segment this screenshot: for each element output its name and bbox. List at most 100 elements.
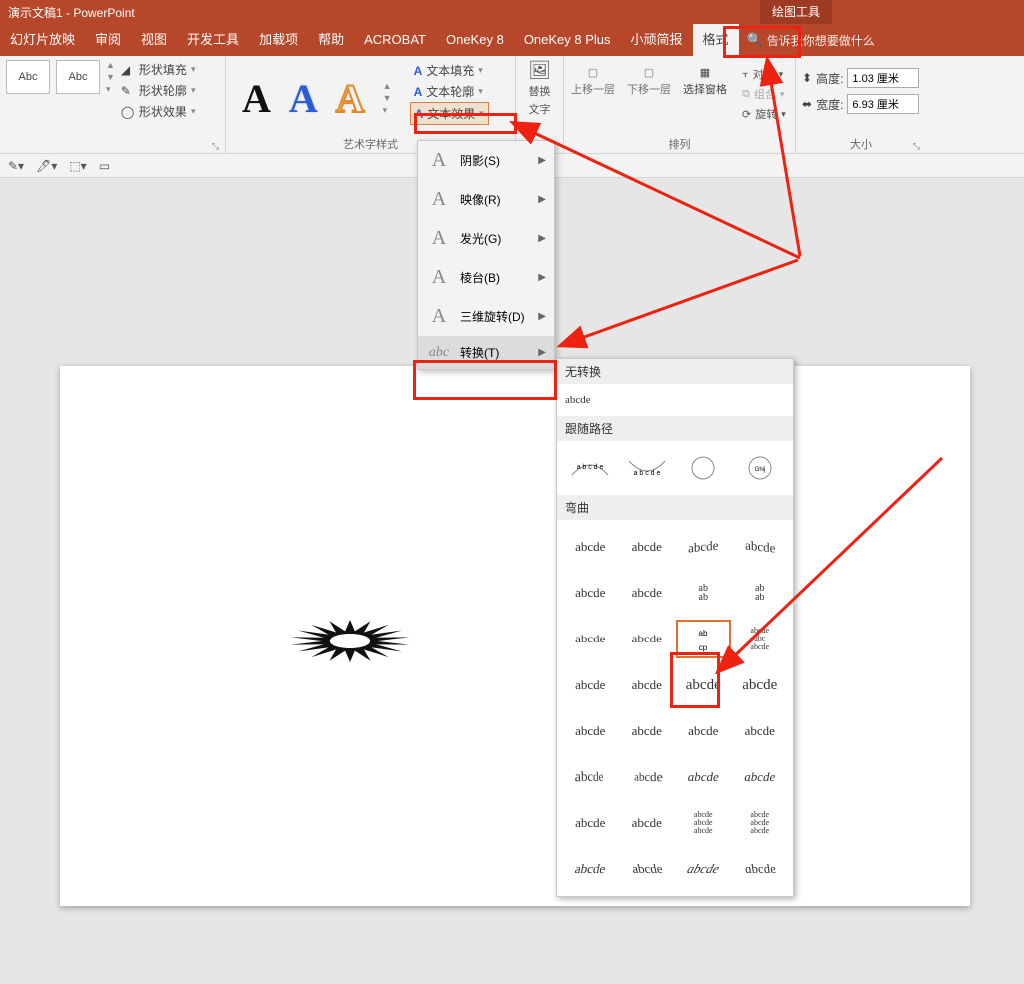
warp-option[interactable]: abcde bbox=[676, 666, 731, 704]
send-backward-button[interactable]: ▢下移一层 bbox=[626, 66, 672, 97]
slide[interactable] bbox=[60, 366, 970, 906]
tell-me-input[interactable]: 告诉我你想要做什么 bbox=[767, 32, 875, 49]
dialog-launcher-icon[interactable]: ⤡ bbox=[913, 141, 920, 152]
tab-addins[interactable]: 加载项 bbox=[249, 24, 308, 56]
bucket-icon: ◢ bbox=[121, 63, 135, 77]
text-outline-button[interactable]: A文本轮廓 ▾ bbox=[410, 81, 489, 102]
send-backward-icon: ▢ bbox=[644, 66, 654, 79]
warp-option[interactable]: abcde bbox=[559, 850, 622, 888]
wordart-gallery-more-icon[interactable]: ▾ bbox=[383, 105, 392, 116]
reflection-icon: A bbox=[426, 188, 452, 211]
warp-option-selected[interactable]: abcp bbox=[676, 620, 731, 658]
tab-format[interactable]: 格式 bbox=[693, 24, 739, 56]
tab-review[interactable]: 审阅 bbox=[85, 24, 131, 56]
path-option-2[interactable]: a b c d e bbox=[620, 449, 675, 487]
text-fill-button[interactable]: A文本填充 ▾ bbox=[410, 60, 489, 81]
contextual-tab-drawing-tools[interactable]: 绘图工具 bbox=[760, 0, 832, 24]
tab-help[interactable]: 帮助 bbox=[308, 24, 354, 56]
warp-option[interactable]: abcde bbox=[676, 712, 731, 750]
tab-onekey8[interactable]: OneKey 8 bbox=[436, 24, 514, 56]
gallery-up-icon[interactable]: ▲ bbox=[106, 60, 115, 70]
height-icon: ⬍ bbox=[802, 71, 812, 85]
warp-option[interactable]: abcde bbox=[670, 850, 737, 888]
warp-option[interactable]: abcde bbox=[563, 528, 618, 566]
menu-shadow[interactable]: A阴影(S)▶ bbox=[418, 141, 554, 180]
warp-option[interactable]: abcde bbox=[563, 626, 618, 653]
warp-option[interactable]: abcde bbox=[563, 712, 618, 750]
warp-option[interactable]: abcde bbox=[733, 712, 788, 750]
warp-option[interactable]: abcde bbox=[625, 755, 677, 800]
bring-forward-button[interactable]: ▢上移一层 bbox=[570, 66, 616, 97]
warp-option[interactable]: abcde bbox=[620, 574, 675, 612]
replace-text-button[interactable]: 🖼 替换 文字 bbox=[522, 60, 557, 136]
tab-xwjb[interactable]: 小顽简报 bbox=[621, 24, 693, 56]
shape-style-preset-2[interactable]: Abc bbox=[56, 60, 100, 94]
wordart-gallery-down-icon[interactable]: ▼ bbox=[383, 93, 392, 103]
warp-option[interactable]: abcde bbox=[733, 525, 788, 569]
gallery-down-icon[interactable]: ▼ bbox=[106, 72, 115, 82]
warp-option[interactable]: abcde bbox=[563, 804, 618, 842]
selection-pane-button[interactable]: ▦选择窗格 bbox=[682, 66, 728, 97]
menu-reflection[interactable]: A映像(R)▶ bbox=[418, 180, 554, 219]
gallery-more-icon[interactable]: ▾ bbox=[106, 84, 115, 95]
shape-style-preset-1[interactable]: Abc bbox=[6, 60, 50, 94]
height-input[interactable] bbox=[847, 68, 919, 88]
wordart-preset-1[interactable]: A bbox=[242, 75, 271, 122]
qat-item-1[interactable]: ✎▾ bbox=[8, 159, 24, 173]
size-group-label: 大小 bbox=[850, 139, 872, 151]
warp-option[interactable]: abcdeabcdeabcde bbox=[676, 804, 731, 842]
menu-bevel[interactable]: A棱台(B)▶ bbox=[418, 258, 554, 297]
wordart-gallery-up-icon[interactable]: ▲ bbox=[383, 81, 392, 91]
shape-fill-button[interactable]: ◢形状填充 ▾ bbox=[119, 60, 198, 79]
warp-option[interactable]: abcde bbox=[620, 528, 675, 566]
warp-option[interactable]: abcde bbox=[620, 712, 675, 750]
warp-option[interactable]: abcdeabcabcde bbox=[733, 620, 788, 658]
warp-option[interactable]: abcde bbox=[733, 666, 788, 704]
text-effects-button[interactable]: A文本效果 ▾ bbox=[410, 102, 489, 125]
warp-option[interactable]: abcde bbox=[615, 850, 678, 888]
warp-option[interactable]: abcde bbox=[560, 755, 612, 800]
path-option-1[interactable]: a b c d e bbox=[563, 449, 618, 487]
tab-acrobat[interactable]: ACROBAT bbox=[354, 24, 436, 56]
menu-glow[interactable]: A发光(G)▶ bbox=[418, 219, 554, 258]
transform-icon: abc bbox=[426, 345, 452, 361]
path-option-4[interactable]: Ghij bbox=[733, 449, 788, 487]
wordart-preset-2[interactable]: A bbox=[289, 75, 318, 122]
rotate-button[interactable]: ⟳旋转 ▾ bbox=[742, 106, 786, 122]
bevel-icon: A bbox=[426, 266, 452, 289]
warp-option[interactable]: abcdeabcdeabcde bbox=[733, 804, 788, 842]
warp-option[interactable]: abcde bbox=[620, 626, 675, 653]
warp-option[interactable]: abcde bbox=[676, 758, 731, 796]
align-button[interactable]: ⫟对齐 ▾ bbox=[742, 66, 786, 82]
qat-item-4[interactable]: ▭ bbox=[99, 159, 110, 173]
dialog-launcher-icon[interactable]: ⤡ bbox=[212, 141, 219, 152]
bring-forward-icon: ▢ bbox=[588, 66, 598, 79]
tab-slideshow[interactable]: 幻灯片放映 bbox=[0, 24, 85, 56]
width-input[interactable] bbox=[847, 94, 919, 114]
warp-option[interactable]: abcde bbox=[726, 850, 793, 888]
warp-option[interactable]: abcde bbox=[733, 758, 788, 796]
svg-text:cp: cp bbox=[699, 643, 708, 652]
warp-option[interactable]: abcde bbox=[563, 574, 618, 612]
qat-item-2[interactable]: 🖊▾ bbox=[36, 159, 57, 173]
no-transform-option[interactable]: abcde bbox=[565, 394, 591, 406]
warp-option[interactable]: abcde bbox=[620, 666, 675, 704]
qat-item-3[interactable]: ⬚▾ bbox=[69, 159, 86, 173]
tab-view[interactable]: 视图 bbox=[131, 24, 177, 56]
tab-developer[interactable]: 开发工具 bbox=[177, 24, 249, 56]
tab-onekey8plus[interactable]: OneKey 8 Plus bbox=[514, 24, 621, 56]
warp-option[interactable]: abab bbox=[676, 574, 731, 612]
menu-3d-rotation[interactable]: A三维旋转(D)▶ bbox=[418, 297, 554, 336]
warp-option[interactable]: abcde bbox=[620, 804, 675, 842]
wordart-shape[interactable] bbox=[240, 606, 460, 676]
warp-option[interactable]: abcde bbox=[563, 666, 618, 704]
wordart-preset-3[interactable]: A bbox=[336, 75, 365, 122]
group-button[interactable]: ⧉组合 ▾ bbox=[742, 86, 786, 102]
menu-transform[interactable]: abc转换(T)▶ bbox=[418, 336, 554, 369]
shape-outline-button[interactable]: ✎形状轮廓 ▾ bbox=[119, 81, 198, 100]
section-warp: 弯曲 bbox=[557, 495, 793, 520]
warp-option[interactable]: abcde bbox=[676, 525, 731, 569]
path-option-3[interactable] bbox=[676, 449, 731, 487]
warp-option[interactable]: abab bbox=[733, 574, 788, 612]
shape-effects-button[interactable]: ◯形状效果 ▾ bbox=[119, 102, 198, 121]
